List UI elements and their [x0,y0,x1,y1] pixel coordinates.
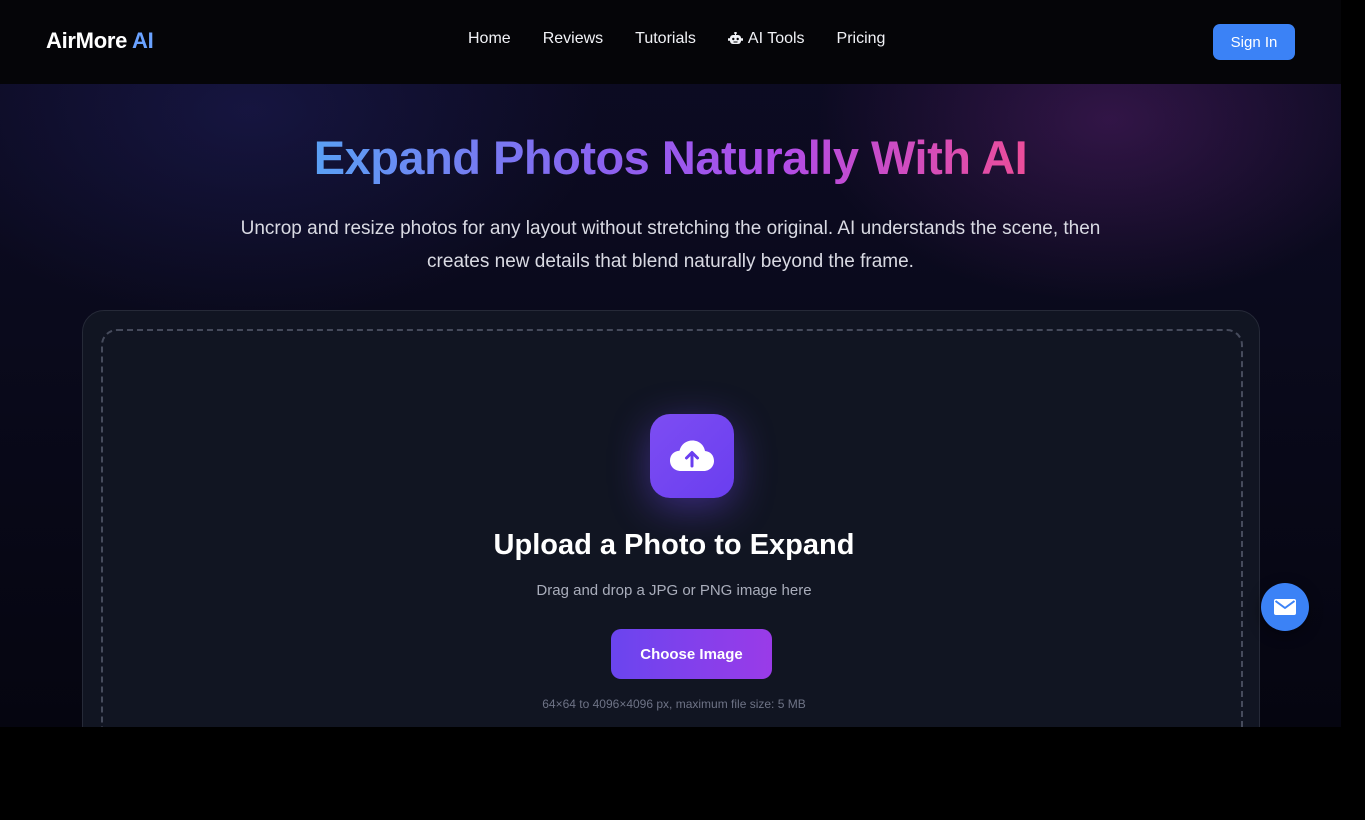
upload-limits: 64×64 to 4096×4096 px, maximum file size… [542,697,806,711]
drop-zone[interactable]: Upload a Photo to Expand Drag and drop a… [101,329,1243,727]
nav-reviews[interactable]: Reviews [543,30,603,48]
logo-text: AirMore [46,28,128,53]
nav-home-label: Home [468,30,511,47]
upload-hint: Drag and drop a JPG or PNG image here [536,582,812,599]
hero-subtitle: Uncrop and resize photos for any layout … [240,218,1101,272]
hero-title-text: Expand Photos Naturally With AI [313,131,1028,184]
hero-title: Expand Photos Naturally With AI [0,130,1341,185]
nav-home[interactable]: Home [468,30,511,48]
choose-image-button[interactable]: Choose Image [611,629,772,679]
upload-tile[interactable] [650,414,734,498]
upload-card: Upload a Photo to Expand Drag and drop a… [82,310,1260,727]
cloud-upload-icon [670,440,714,471]
nav-tutorials[interactable]: Tutorials [635,30,696,48]
page-viewport: AirMore AI Home Reviews Tutorials AI Too… [0,0,1341,727]
sign-in-button[interactable]: Sign In [1213,24,1295,60]
logo-accent: AI [132,28,154,53]
site-logo[interactable]: AirMore AI [46,28,154,54]
nav-ai-tools-label: AI Tools [747,30,805,47]
upload-title: Upload a Photo to Expand [493,529,855,561]
mail-icon [1274,599,1296,615]
nav-tutorials-label: Tutorials [635,30,696,47]
nav-pricing-label: Pricing [836,30,886,47]
contact-mail-button[interactable] [1261,583,1309,631]
robot-icon [727,32,743,44]
top-navbar: AirMore AI Home Reviews Tutorials AI Too… [0,0,1341,84]
nav-pricing[interactable]: Pricing [837,30,886,48]
main-nav: Home Reviews Tutorials AI Tools Pricing [468,30,917,48]
nav-ai-tools[interactable]: AI Tools [727,30,805,48]
nav-reviews-label: Reviews [542,30,604,47]
